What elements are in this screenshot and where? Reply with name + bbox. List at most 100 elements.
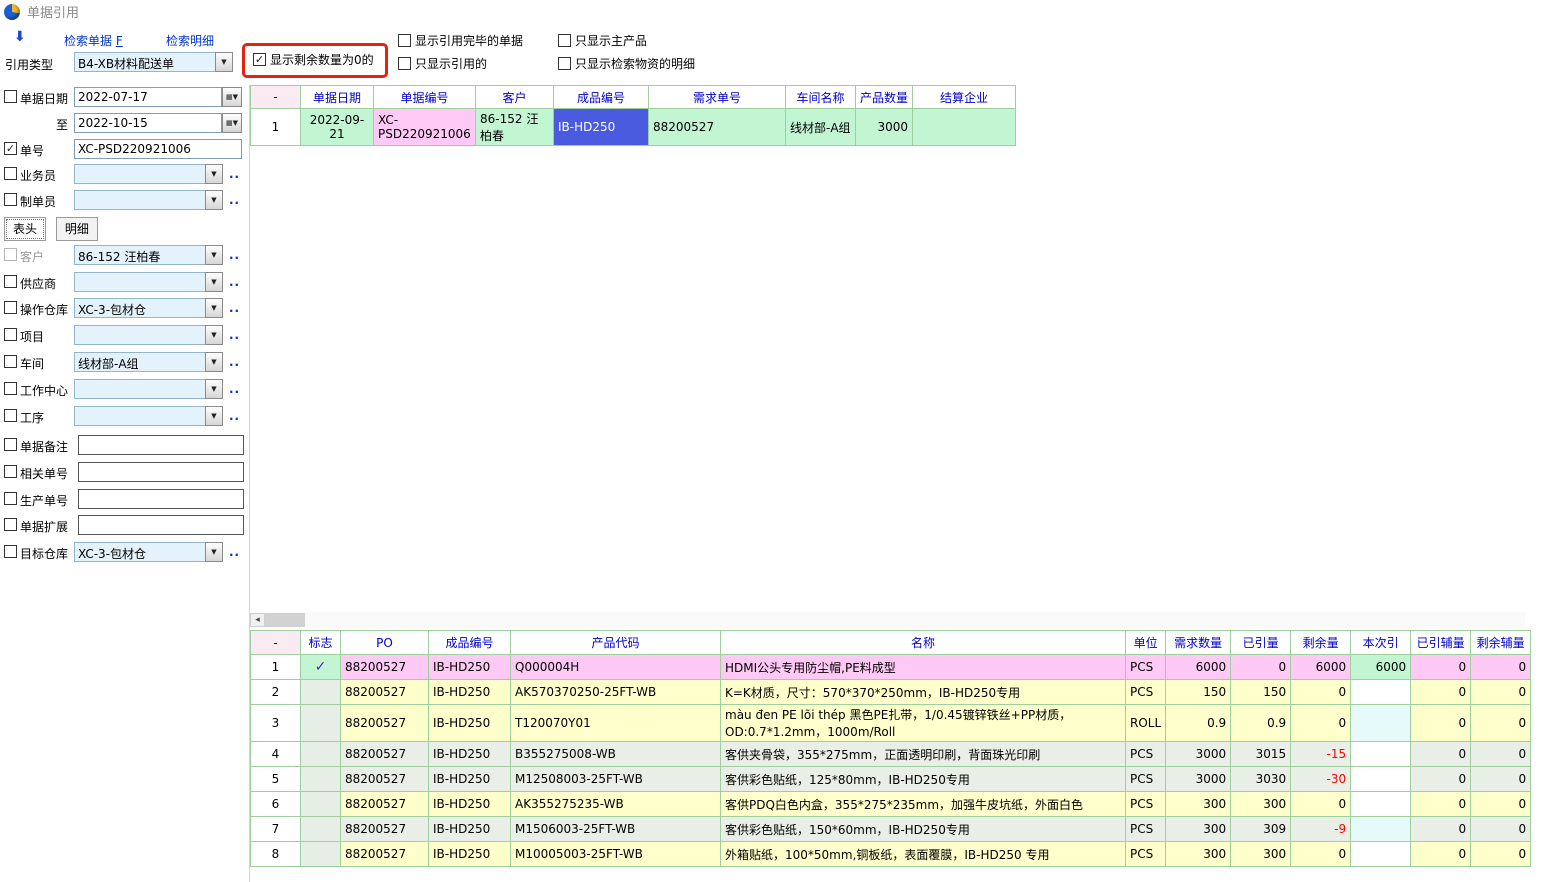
detail-grid-hscrollbar[interactable]: ◂ (250, 612, 1525, 628)
order-grid-cell[interactable]: 线材部-A组 (786, 109, 856, 146)
combo-value[interactable] (74, 190, 205, 210)
text-input[interactable] (78, 489, 244, 509)
field-checkbox[interactable] (4, 328, 17, 341)
combo-box[interactable]: XC-3-包材仓▼ (74, 542, 223, 562)
field-checkbox[interactable] (4, 465, 17, 478)
detail-grid-cell[interactable] (301, 742, 341, 767)
combo-box[interactable]: ▼ (74, 190, 223, 210)
combo-dropdown-icon[interactable]: ▼ (205, 379, 223, 399)
detail-grid-cell[interactable]: -30 (1291, 767, 1351, 792)
field-checkbox-box[interactable] (4, 193, 17, 206)
detail-grid-cell[interactable]: 150 (1231, 680, 1291, 705)
detail-grid-cell[interactable]: 0 (1411, 680, 1471, 705)
combo-more-link[interactable]: .. (229, 193, 240, 207)
detail-grid-cell[interactable]: PCS (1126, 680, 1166, 705)
detail-grid-cell[interactable]: 8 (251, 842, 301, 867)
detail-grid-cell[interactable]: PCS (1126, 792, 1166, 817)
combo-value[interactable]: XC-3-包材仓 (74, 298, 205, 318)
field-checkbox-box[interactable] (4, 248, 17, 261)
detail-grid-cell[interactable]: PCS (1126, 767, 1166, 792)
combo-dropdown-icon[interactable]: ▼ (205, 352, 223, 372)
detail-grid-cell[interactable]: 6 (251, 792, 301, 817)
detail-grid-cell[interactable] (301, 792, 341, 817)
detail-grid-cell[interactable]: IB-HD250 (429, 817, 511, 842)
detail-grid-cell[interactable]: 3000 (1166, 767, 1231, 792)
detail-grid-cell[interactable]: 0 (1411, 705, 1471, 742)
ref-type-combo[interactable]: B4-XB材料配送单 ▼ (74, 52, 233, 72)
combo-dropdown-icon[interactable]: ▼ (205, 298, 223, 318)
detail-grid-cell[interactable]: 3000 (1166, 742, 1231, 767)
combo-more-link[interactable]: .. (229, 355, 240, 369)
detail-grid-cell[interactable]: 0 (1411, 655, 1471, 680)
date-picker-button[interactable]: ▦▼ (222, 113, 242, 133)
combo-more-link[interactable]: .. (229, 167, 240, 181)
field-checkbox[interactable] (4, 275, 17, 288)
search-docs-link[interactable]: 检索单据 F (64, 32, 123, 49)
detail-grid-cell[interactable]: 300 (1166, 817, 1231, 842)
combo-dropdown-icon[interactable]: ▼ (205, 406, 223, 426)
current-draw-qty-cell[interactable] (1351, 680, 1411, 705)
current-draw-qty-cell[interactable] (1351, 842, 1411, 867)
combo-box[interactable]: ▼ (74, 164, 223, 184)
current-draw-qty-cell[interactable] (1351, 742, 1411, 767)
combo-box[interactable]: 线材部-A组▼ (74, 352, 223, 372)
detail-grid-cell[interactable]: 3015 (1231, 742, 1291, 767)
checkbox-only-referenced[interactable]: 只显示引用的 (398, 55, 487, 72)
detail-grid-cell[interactable]: 4 (251, 742, 301, 767)
detail-grid-cell[interactable]: 88200527 (341, 705, 429, 742)
text-input[interactable] (78, 462, 244, 482)
detail-grid-cell[interactable] (301, 680, 341, 705)
detail-grid-cell[interactable]: 3 (251, 705, 301, 742)
field-checkbox-box[interactable] (4, 438, 17, 451)
detail-grid-cell[interactable]: 300 (1231, 842, 1291, 867)
detail-grid-cell[interactable]: PCS (1126, 742, 1166, 767)
detail-grid-cell[interactable]: 1 (251, 655, 301, 680)
date-input[interactable]: 2022-10-15 (74, 113, 222, 133)
field-checkbox[interactable] (4, 301, 17, 314)
combo-value[interactable] (74, 325, 205, 345)
detail-grid-cell[interactable]: AK570370250-25FT-WB (511, 680, 721, 705)
field-checkbox[interactable] (4, 248, 17, 261)
combo-value[interactable]: 线材部-A组 (74, 352, 205, 372)
checkbox-only-detail[interactable]: 只显示检索物资的明细 (558, 55, 695, 72)
scroll-left-button[interactable]: ◂ (250, 613, 265, 627)
detail-grid-cell[interactable]: T120070Y01 (511, 705, 721, 742)
field-checkbox[interactable] (4, 438, 17, 451)
detail-grid-cell[interactable]: ROLL (1126, 705, 1166, 742)
combo-box[interactable]: ▼ (74, 406, 223, 426)
detail-grid-cell[interactable]: 3030 (1231, 767, 1291, 792)
detail-grid-cell[interactable]: HDMI公头专用防尘帽,PE料成型 (721, 655, 1126, 680)
detail-grid-cell[interactable] (301, 842, 341, 867)
text-input[interactable]: XC-PSD220921006 (74, 139, 242, 159)
detail-grid-cell[interactable]: IB-HD250 (429, 680, 511, 705)
order-grid-cell[interactable]: 88200527 (649, 109, 786, 146)
field-checkbox-box[interactable] (4, 382, 17, 395)
combo-dropdown-icon[interactable]: ▼ (205, 272, 223, 292)
detail-grid-cell[interactable]: IB-HD250 (429, 655, 511, 680)
combo-more-link[interactable]: .. (229, 275, 240, 289)
combo-value[interactable] (74, 272, 205, 292)
detail-grid-cell[interactable]: 0 (1291, 842, 1351, 867)
order-grid-cell[interactable]: XC-PSD220921006 (374, 109, 476, 146)
checkbox-only-main-box[interactable] (558, 34, 571, 47)
detail-grid-cell[interactable]: 88200527 (341, 680, 429, 705)
field-checkbox-box[interactable] (4, 275, 17, 288)
combo-dropdown-icon[interactable]: ▼ (205, 164, 223, 184)
combo-box[interactable]: ▼ (74, 325, 223, 345)
order-grid-cell[interactable]: 86-152 汪柏春 (476, 109, 554, 146)
detail-grid-cell[interactable]: 0 (1471, 705, 1531, 742)
combo-box[interactable]: ▼ (74, 272, 223, 292)
detail-grid-cell[interactable]: 外箱贴纸，100*50mm,铜板纸，表面覆膜，IB-HD250 专用 (721, 842, 1126, 867)
detail-grid-cell[interactable]: ✓ (301, 655, 341, 680)
detail-grid-cell[interactable]: PCS (1126, 817, 1166, 842)
detail-grid-cell[interactable]: 0 (1471, 655, 1531, 680)
field-checkbox-box[interactable]: ✓ (4, 142, 17, 155)
tab-detail[interactable]: 明细 (56, 217, 98, 241)
detail-grid-cell[interactable]: 客供彩色贴纸，150*60mm，IB-HD250专用 (721, 817, 1126, 842)
field-checkbox-box[interactable] (4, 301, 17, 314)
ref-type-dropdown-icon[interactable]: ▼ (215, 52, 233, 72)
detail-grid-cell[interactable]: 88200527 (341, 817, 429, 842)
field-checkbox-box[interactable] (4, 518, 17, 531)
detail-grid-cell[interactable]: 150 (1166, 680, 1231, 705)
scrollbar-thumb[interactable] (265, 613, 305, 627)
